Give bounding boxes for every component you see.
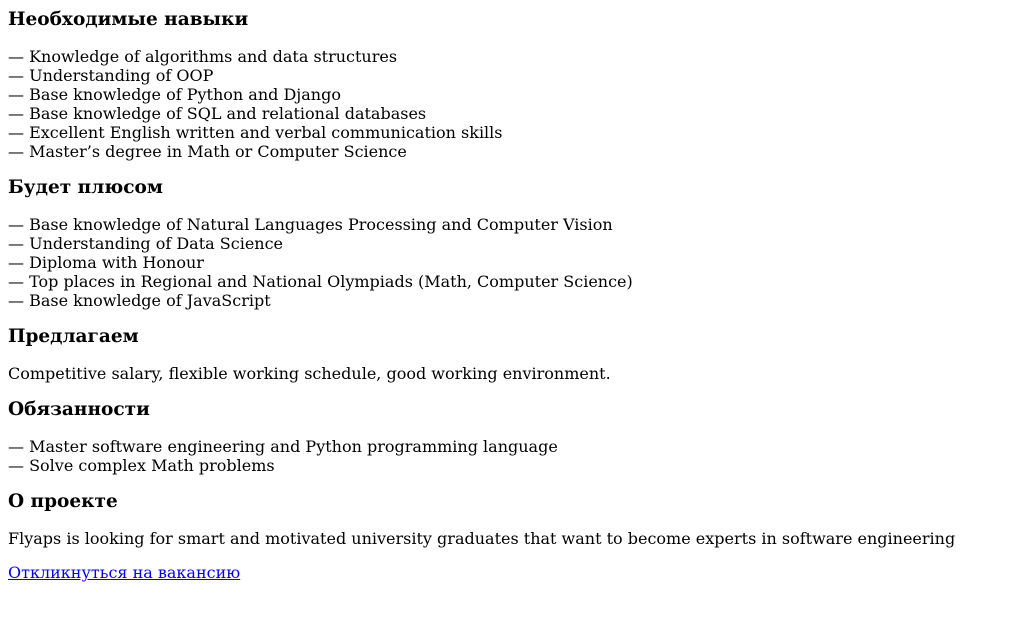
- offer-text: Competitive salary, flexible working sch…: [8, 364, 611, 383]
- skills-list: — Knowledge of algorithms and data struc…: [8, 47, 1016, 161]
- skills-heading: Необходимые навыки: [8, 9, 249, 30]
- offer-heading: Предлагаем: [8, 326, 139, 347]
- plus-heading: Будет плюсом: [8, 177, 163, 198]
- about-heading: О проекте: [8, 491, 118, 512]
- list-item: — Diploma with Honour: [8, 253, 204, 272]
- list-item: — Master software engineering and Python…: [8, 437, 558, 456]
- list-item: — Base knowledge of Python and Django: [8, 85, 341, 104]
- list-item: — Master’s degree in Math or Computer Sc…: [8, 142, 407, 161]
- apply-link[interactable]: Откликнуться на вакансию: [8, 563, 240, 582]
- vacancy-page: Необходимые навыки — Knowledge of algori…: [0, 0, 1024, 582]
- list-item: — Base knowledge of Natural Languages Pr…: [8, 215, 613, 234]
- list-item: — Excellent English written and verbal c…: [8, 123, 503, 142]
- list-item: — Top places in Regional and National Ol…: [8, 272, 633, 291]
- duties-section: Обязанности — Master software engineerin…: [8, 398, 1016, 475]
- duties-heading: Обязанности: [8, 399, 150, 420]
- duties-list: — Master software engineering and Python…: [8, 437, 1016, 475]
- plus-section: Будет плюсом — Base knowledge of Natural…: [8, 176, 1016, 310]
- list-item: — Base knowledge of SQL and relational d…: [8, 104, 427, 123]
- about-section: О проекте Flyaps is looking for smart an…: [8, 490, 1016, 548]
- skills-section: Необходимые навыки — Knowledge of algori…: [8, 8, 1016, 161]
- list-item: — Base knowledge of JavaScript: [8, 291, 271, 310]
- list-item: — Understanding of Data Science: [8, 234, 284, 253]
- offer-section: Предлагаем Competitive salary, flexible …: [8, 325, 1016, 383]
- plus-list: — Base knowledge of Natural Languages Pr…: [8, 215, 1016, 310]
- about-text: Flyaps is looking for smart and motivate…: [8, 529, 956, 548]
- list-item: — Knowledge of algorithms and data struc…: [8, 47, 398, 66]
- list-item: — Understanding of OOP: [8, 66, 214, 85]
- list-item: — Solve complex Math problems: [8, 456, 275, 475]
